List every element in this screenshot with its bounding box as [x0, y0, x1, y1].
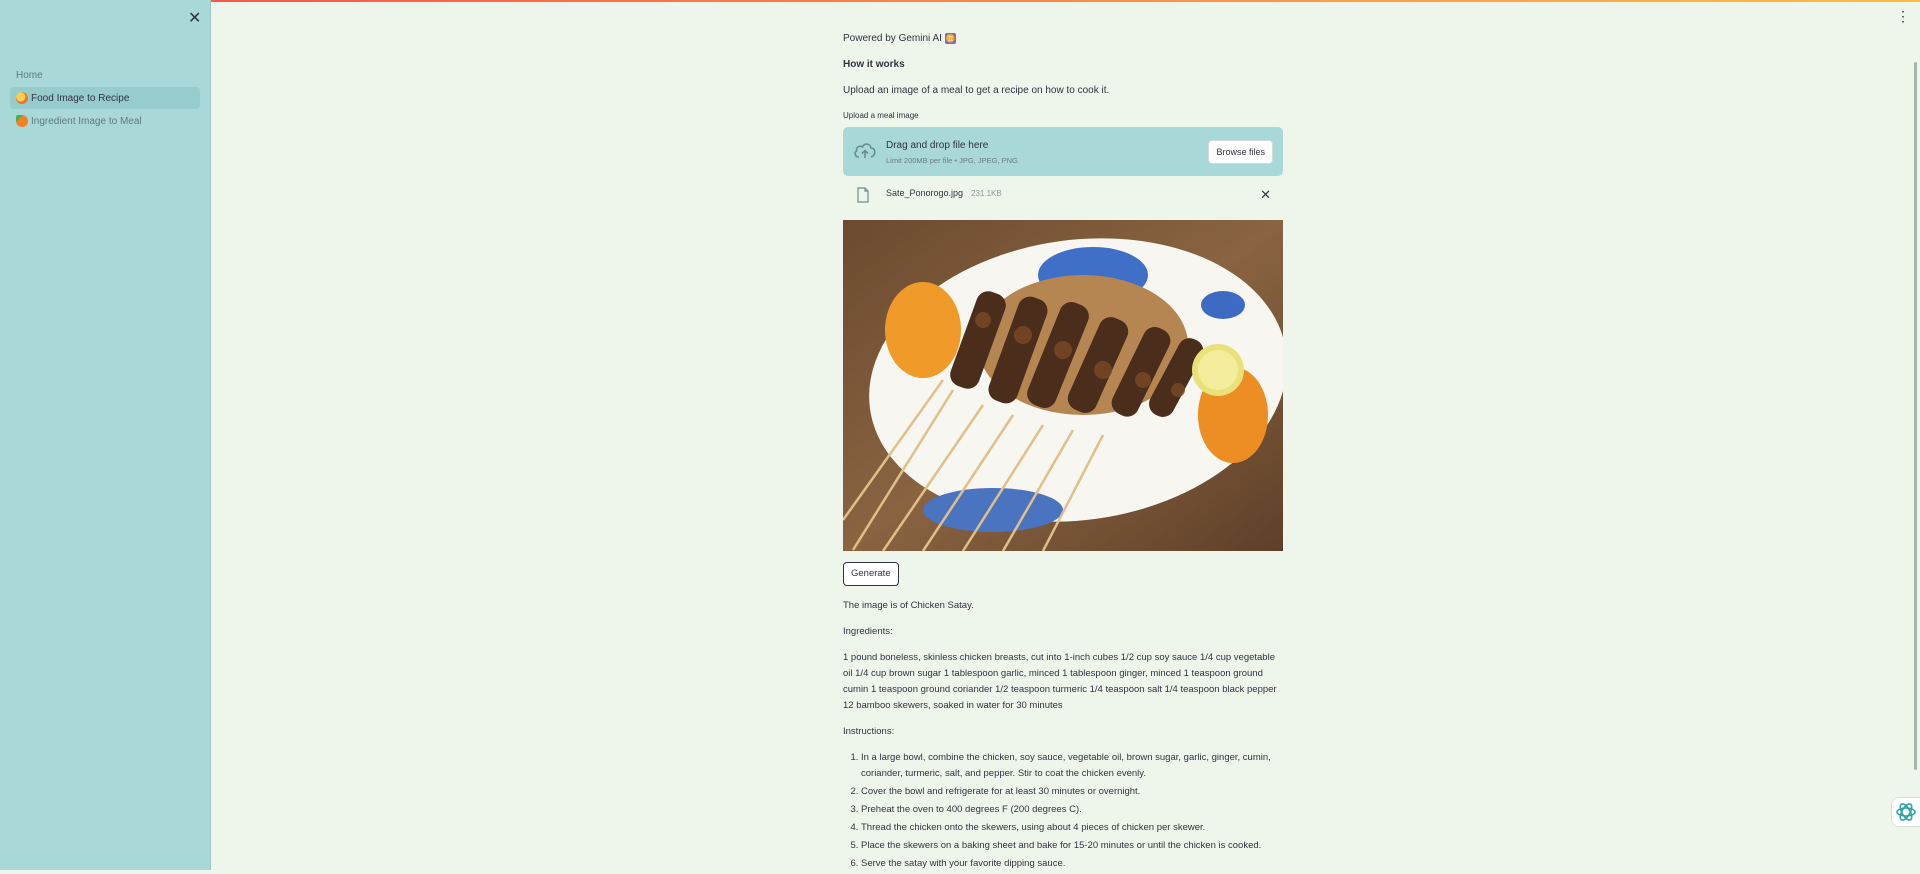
- settings-button[interactable]: [1891, 797, 1920, 827]
- list-item: Place the skewers on a baking sheet and …: [861, 838, 1283, 854]
- upload-label: Upload a meal image: [843, 111, 919, 120]
- sidebar-item-label: Home: [16, 69, 43, 81]
- sidebar-item-ingredient-image-to-meal[interactable]: Ingredient Image to Meal: [10, 110, 200, 132]
- sidebar-item-home[interactable]: Home: [10, 64, 200, 86]
- recipe-intro: The image is of Chicken Satay.: [843, 600, 974, 611]
- ingredients-heading: Ingredients:: [843, 626, 893, 637]
- gear-icon: [1896, 803, 1916, 821]
- close-sidebar-icon[interactable]: ✕: [188, 8, 201, 28]
- file-dropzone[interactable]: Drag and drop file here Limit 200MB per …: [843, 127, 1283, 176]
- sidebar-nav: Home Food Image to Recipe Ingredient Ima…: [10, 64, 200, 133]
- cloud-upload-icon: [853, 141, 877, 166]
- instructions-heading: Instructions:: [843, 726, 895, 737]
- list-item: Preheat the oven to 400 degrees F (200 d…: [861, 802, 1283, 818]
- file-size: 231.1KB: [971, 189, 1002, 198]
- ingredients-text: 1 pound boneless, skinless chicken breas…: [843, 652, 1277, 711]
- sidebar-item-label: Ingredient Image to Meal: [31, 115, 142, 127]
- pizza-icon: [16, 92, 28, 104]
- recipe-result: The image is of Chicken Satay. Ingredien…: [843, 598, 1283, 874]
- list-item: Cover the bowl and refrigerate for at le…: [861, 784, 1283, 800]
- sidebar-item-label: Food Image to Recipe: [31, 92, 130, 104]
- list-item: Thread the chicken onto the skewers, usi…: [861, 820, 1283, 836]
- list-item: In a large bowl, combine the chicken, so…: [861, 750, 1283, 782]
- powered-by-text: Powered by Gemini AI: [843, 33, 942, 45]
- powered-by-line: Powered by Gemini AI ♊: [843, 33, 956, 44]
- file-icon: [857, 187, 869, 208]
- sidebar: ✕ Home Food Image to Recipe Ingredient I…: [0, 0, 211, 870]
- file-name: Sate_Ponorogo.jpg: [886, 188, 964, 198]
- browse-files-button[interactable]: Browse files: [1208, 140, 1273, 164]
- how-it-works-text: Upload an image of a meal to get a recip…: [843, 85, 1110, 96]
- sidebar-item-food-image-to-recipe[interactable]: Food Image to Recipe: [10, 87, 200, 109]
- meal-image: [843, 220, 1283, 551]
- dropzone-title: Drag and drop file here: [886, 140, 989, 151]
- remove-file-icon[interactable]: ✕: [1260, 187, 1271, 203]
- carrot-icon: [16, 115, 28, 127]
- gemini-icon: ♊: [944, 33, 956, 44]
- how-it-works-heading: How it works: [843, 59, 905, 70]
- main-menu-icon[interactable]: ⋮: [1896, 8, 1910, 25]
- dropzone-limit: Limit 200MB per file • JPG, JPEG, PNG: [886, 156, 1018, 165]
- uploaded-file-row: Sate_Ponorogo.jpg 231.1KB ✕: [843, 184, 1283, 208]
- generate-button[interactable]: Generate: [843, 562, 899, 586]
- top-decoration-bar: [0, 0, 1920, 2]
- instructions-list: In a large bowl, combine the chicken, so…: [843, 750, 1283, 872]
- page-scrollbar[interactable]: [1914, 62, 1917, 770]
